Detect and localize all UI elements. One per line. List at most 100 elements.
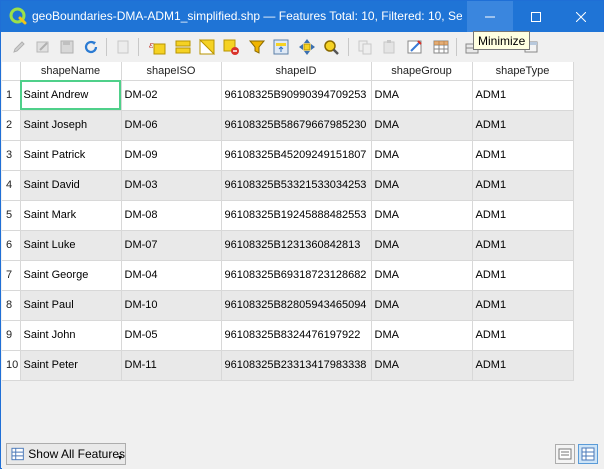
field-calculator-icon[interactable] xyxy=(406,38,424,56)
table-cell[interactable]: ADM1 xyxy=(472,320,574,351)
minimize-button[interactable] xyxy=(467,1,513,32)
attribute-table[interactable]: shapeName shapeISO shapeID shapeGroup sh… xyxy=(2,62,604,439)
table-cell[interactable]: 96108325B53321533034253 xyxy=(221,170,372,201)
table-cell[interactable]: DM-04 xyxy=(121,260,222,291)
table-cell[interactable]: DMA xyxy=(371,110,473,141)
table-row[interactable]: 2 Saint Joseph DM-06 96108325B5867966798… xyxy=(2,110,574,141)
table-cell[interactable]: DM-10 xyxy=(121,290,222,321)
table-cell[interactable]: Saint Peter xyxy=(20,350,122,381)
table-cell[interactable]: 96108325B90990394709253 xyxy=(221,80,372,111)
table-cell[interactable]: DMA xyxy=(371,290,473,321)
table-cell[interactable]: 96108325B69318723128682 xyxy=(221,260,372,291)
row-number[interactable]: 6 xyxy=(2,230,21,261)
table-cell[interactable]: ADM1 xyxy=(472,110,574,141)
table-row[interactable]: 3 Saint Patrick DM-09 96108325B452092491… xyxy=(2,140,574,171)
table-cell[interactable]: 96108325B23313417983338 xyxy=(221,350,372,381)
table-cell[interactable]: DM-07 xyxy=(121,230,222,261)
invert-selection-icon[interactable] xyxy=(198,38,216,56)
show-all-features-button[interactable]: Show All Features ▾ xyxy=(6,443,126,465)
table-cell[interactable]: DMA xyxy=(371,320,473,351)
table-cell[interactable]: DM-08 xyxy=(121,200,222,231)
zoom-to-selection-icon[interactable] xyxy=(322,38,340,56)
table-cell[interactable]: DMA xyxy=(371,230,473,261)
table-row[interactable]: 6 Saint Luke DM-07 96108325B123136084281… xyxy=(2,230,574,261)
maximize-button[interactable] xyxy=(513,1,559,32)
row-number[interactable]: 9 xyxy=(2,320,21,351)
save-icon[interactable] xyxy=(58,38,76,56)
table-row[interactable]: 5 Saint Mark DM-08 96108325B192458884825… xyxy=(2,200,574,231)
table-cell[interactable]: Saint Paul xyxy=(20,290,122,321)
table-cell[interactable]: ADM1 xyxy=(472,260,574,291)
table-row[interactable]: 7 Saint George DM-04 96108325B6931872312… xyxy=(2,260,574,291)
table-row[interactable]: 4 Saint David DM-03 96108325B53321533034… xyxy=(2,170,574,201)
table-cell[interactable]: DMA xyxy=(371,350,473,381)
table-cell[interactable]: Saint Mark xyxy=(20,200,122,231)
table-cell[interactable]: DMA xyxy=(371,80,473,111)
column-header-shapename[interactable]: shapeName xyxy=(20,62,122,81)
table-cell[interactable]: ADM1 xyxy=(472,230,574,261)
pencil-icon[interactable] xyxy=(10,38,28,56)
table-row[interactable]: 1 Saint Andrew DM-02 96108325B9099039470… xyxy=(2,80,574,111)
form-view-button[interactable] xyxy=(555,444,575,464)
filter-icon[interactable] xyxy=(248,38,266,56)
table-cell[interactable]: DMA xyxy=(371,260,473,291)
row-number[interactable]: 3 xyxy=(2,140,21,171)
select-expression-icon[interactable]: ε xyxy=(148,38,166,56)
pan-to-selection-icon[interactable] xyxy=(298,38,316,56)
row-number[interactable]: 8 xyxy=(2,290,21,321)
conditional-format-icon[interactable] xyxy=(432,38,450,56)
table-cell[interactable]: Saint Joseph xyxy=(20,110,122,141)
table-view-button[interactable] xyxy=(578,444,598,464)
table-cell[interactable]: 96108325B19245888482553 xyxy=(221,200,372,231)
table-cell[interactable]: DMA xyxy=(371,140,473,171)
row-number[interactable]: 2 xyxy=(2,110,21,141)
table-cell[interactable]: ADM1 xyxy=(472,350,574,381)
table-cell[interactable]: DMA xyxy=(371,200,473,231)
row-number[interactable]: 5 xyxy=(2,200,21,231)
table-row[interactable]: 10 Saint Peter DM-11 96108325B2331341798… xyxy=(2,350,574,381)
column-header-shapeiso[interactable]: shapeISO xyxy=(121,62,222,81)
paste-icon[interactable] xyxy=(380,38,398,56)
row-number[interactable]: 10 xyxy=(2,350,21,381)
table-cell[interactable]: ADM1 xyxy=(472,290,574,321)
table-cell[interactable]: DM-05 xyxy=(121,320,222,351)
table-cell[interactable]: DM-02 xyxy=(121,80,222,111)
table-cell[interactable]: ADM1 xyxy=(472,140,574,171)
column-header-shapegroup[interactable]: shapeGroup xyxy=(371,62,473,81)
table-cell[interactable]: 96108325B58679667985230 xyxy=(221,110,372,141)
column-header-shapeid[interactable]: shapeID xyxy=(221,62,372,81)
table-cell[interactable]: 96108325B45209249151807 xyxy=(221,140,372,171)
row-number[interactable]: 7 xyxy=(2,260,21,291)
row-number[interactable]: 4 xyxy=(2,170,21,201)
table-cell[interactable]: 96108325B82805943465094 xyxy=(221,290,372,321)
title-bar[interactable]: geoBoundaries-DMA-ADM1_simplified.shp — … xyxy=(1,1,603,32)
column-header-shapetype[interactable]: shapeType xyxy=(472,62,574,81)
select-all-icon[interactable] xyxy=(174,38,192,56)
table-cell[interactable]: ADM1 xyxy=(472,200,574,231)
corner-cell[interactable] xyxy=(2,62,21,81)
copy-icon[interactable] xyxy=(356,38,374,56)
table-cell[interactable]: ADM1 xyxy=(472,170,574,201)
close-button[interactable] xyxy=(558,1,604,32)
table-cell[interactable]: 96108325B8324476197922 xyxy=(221,320,372,351)
reload-icon[interactable] xyxy=(82,38,100,56)
table-row[interactable]: 8 Saint Paul DM-10 96108325B828059434650… xyxy=(2,290,574,321)
table-row[interactable]: 9 Saint John DM-05 96108325B832447619792… xyxy=(2,320,574,351)
table-cell[interactable]: DM-03 xyxy=(121,170,222,201)
table-cell[interactable]: Saint John xyxy=(20,320,122,351)
table-cell[interactable]: Saint David xyxy=(20,170,122,201)
delete-feature-icon[interactable] xyxy=(114,38,132,56)
table-cell[interactable]: DMA xyxy=(371,170,473,201)
row-number[interactable]: 1 xyxy=(2,80,21,111)
table-cell[interactable]: Saint Patrick xyxy=(20,140,122,171)
multi-edit-icon[interactable] xyxy=(34,38,52,56)
table-cell[interactable]: DM-11 xyxy=(121,350,222,381)
deselect-icon[interactable] xyxy=(222,38,240,56)
table-cell[interactable]: Saint Luke xyxy=(20,230,122,261)
table-cell[interactable]: DM-09 xyxy=(121,140,222,171)
table-cell[interactable]: Saint Andrew xyxy=(20,80,122,111)
move-selection-top-icon[interactable] xyxy=(272,38,290,56)
table-cell[interactable]: 96108325B1231360842813 xyxy=(221,230,372,261)
table-cell[interactable]: ADM1 xyxy=(472,80,574,111)
table-cell[interactable]: DM-06 xyxy=(121,110,222,141)
